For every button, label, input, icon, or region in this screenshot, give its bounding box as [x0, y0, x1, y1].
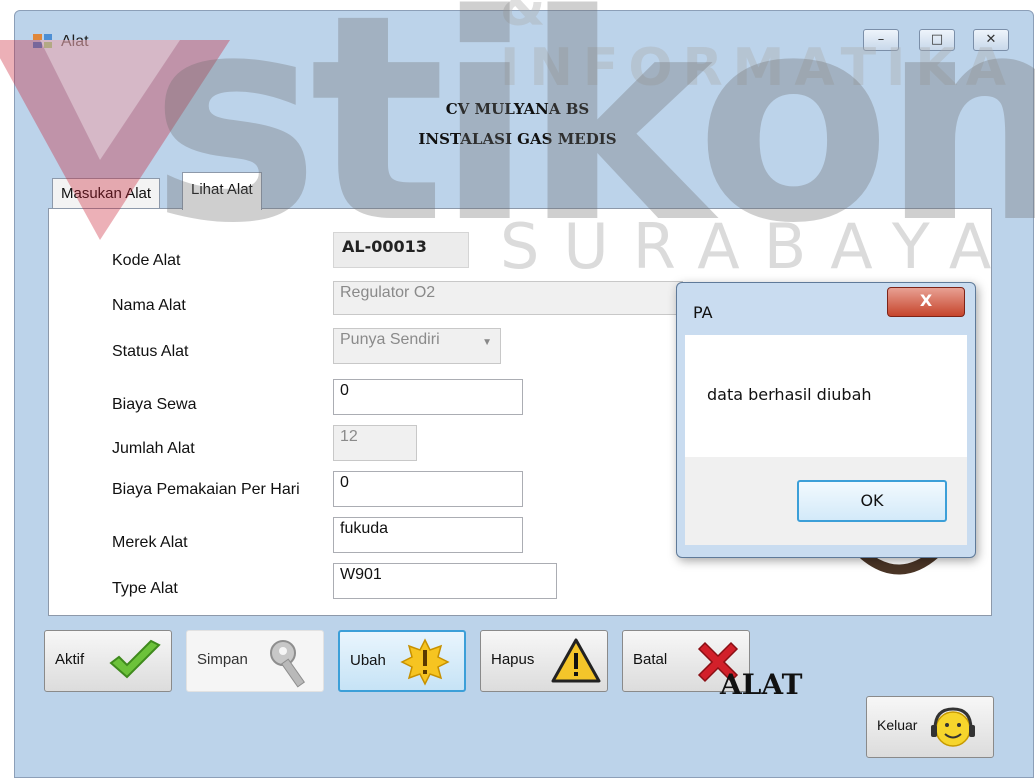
warning-triangle-icon [551, 638, 601, 683]
biaya-pemakaian-label: Biaya Pemakaian Per Hari [112, 481, 300, 498]
dialog-close-button[interactable]: X [887, 287, 965, 317]
company-subtitle: INSTALASI GAS MEDIS [418, 130, 617, 148]
ok-button[interactable]: OK [797, 480, 947, 522]
nama-alat-input[interactable]: Regulator O2 [333, 281, 683, 315]
app-window-icon [33, 34, 52, 48]
close-icon: ✕ [985, 32, 997, 47]
dialog-body: data berhasil diubah OK [685, 335, 967, 545]
minimize-button[interactable]: – [863, 29, 899, 51]
keluar-button[interactable]: Keluar [866, 696, 994, 758]
checkmark-icon [109, 639, 161, 679]
simpan-button-label: Simpan [197, 651, 248, 668]
chevron-down-icon: ▼ [482, 337, 492, 348]
jumlah-alat-input[interactable]: 12 [333, 425, 417, 461]
ubah-button-label: Ubah [350, 652, 386, 669]
tab-lihat-alat-label: Lihat Alat [191, 181, 253, 198]
biaya-pemakaian-input[interactable]: 0 [333, 471, 523, 507]
title-bar[interactable]: Alat – □ ✕ [15, 11, 1033, 51]
message-dialog: PA X data berhasil diubah OK [676, 282, 976, 558]
dialog-title: PA [693, 303, 713, 322]
ubah-button[interactable]: Ubah [338, 630, 466, 692]
status-alat-value: Punya Sendiri [340, 331, 440, 348]
company-name: CV MULYANA BS [445, 100, 590, 118]
warning-burst-icon [400, 638, 450, 686]
maximize-button[interactable]: □ [919, 29, 955, 51]
tab-masukan-alat[interactable]: Masukan Alat [52, 178, 161, 208]
type-alat-input[interactable]: W901 [333, 563, 557, 599]
aktif-button-label: Aktif [55, 651, 85, 668]
support-headset-icon [931, 707, 975, 747]
close-icon: X [919, 291, 933, 310]
tab-lihat-alat[interactable]: Lihat Alat [182, 172, 262, 210]
key-icon [270, 640, 306, 688]
merek-alat-input[interactable]: fukuda [333, 517, 523, 553]
window-title: Alat [61, 33, 89, 50]
hapus-button-label: Hapus [491, 651, 535, 668]
hapus-button[interactable]: Hapus [480, 630, 608, 692]
jumlah-alat-label: Jumlah Alat [112, 440, 195, 457]
batal-button-label: Batal [633, 651, 668, 668]
close-window-button[interactable]: ✕ [973, 29, 1009, 51]
aktif-button[interactable]: Aktif [44, 630, 172, 692]
biaya-sewa-input[interactable]: 0 [333, 379, 523, 415]
type-alat-label: Type Alat [112, 580, 178, 597]
status-alat-label: Status Alat [112, 343, 189, 360]
biaya-sewa-label: Biaya Sewa [112, 396, 197, 413]
status-alat-select[interactable]: Punya Sendiri ▼ [333, 328, 501, 364]
form-footer-title: ALAT [720, 668, 803, 701]
simpan-button[interactable]: Simpan [186, 630, 324, 692]
kode-alat-label: Kode Alat [112, 252, 181, 269]
nama-alat-label: Nama Alat [112, 297, 186, 314]
maximize-icon: □ [930, 32, 944, 47]
dialog-message: data berhasil diubah [707, 385, 872, 404]
tab-masukan-alat-label: Masukan Alat [61, 185, 152, 202]
minimize-icon: – [877, 32, 885, 47]
keluar-button-label: Keluar [877, 717, 918, 733]
kode-alat-field: AL-00013 [333, 232, 469, 268]
merek-alat-label: Merek Alat [112, 534, 188, 551]
